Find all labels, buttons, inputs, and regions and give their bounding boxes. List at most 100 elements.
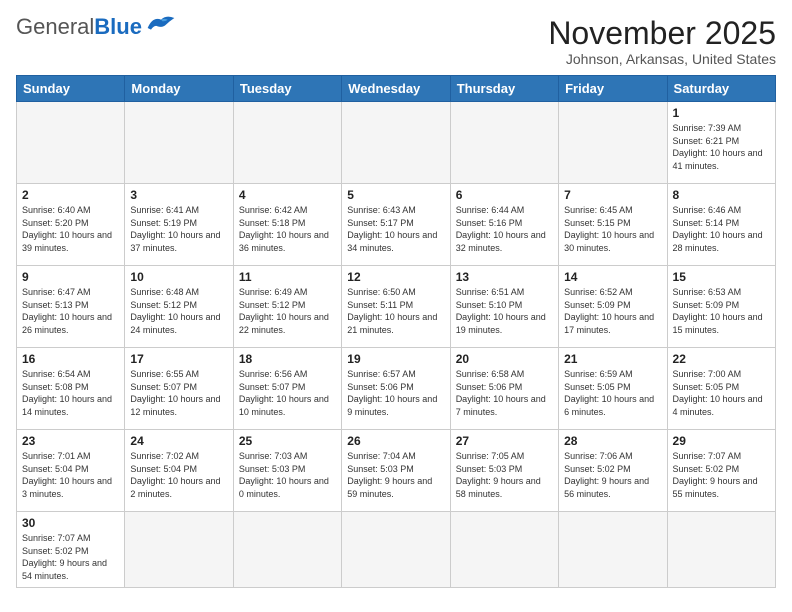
calendar-cell: 12 Sunrise: 6:50 AM Sunset: 5:11 PM Dayli… — [342, 266, 450, 348]
day-info: Sunrise: 6:55 AM Sunset: 5:07 PM Dayligh… — [130, 368, 227, 418]
day-info: Sunrise: 6:41 AM Sunset: 5:19 PM Dayligh… — [130, 204, 227, 254]
day-number: 29 — [673, 434, 770, 448]
calendar-cell: 24Sunrise: 7:02 AM Sunset: 5:04 PM Dayli… — [125, 430, 233, 512]
calendar-header-sunday: Sunday — [17, 76, 125, 102]
day-info: Sunrise: 6:45 AM Sunset: 5:15 PM Dayligh… — [564, 204, 661, 254]
day-info: Sunrise: 7:05 AM Sunset: 5:03 PM Dayligh… — [456, 450, 553, 500]
logo-general: General — [16, 14, 94, 39]
calendar-cell — [233, 102, 341, 184]
calendar-cell: 18Sunrise: 6:56 AM Sunset: 5:07 PM Dayli… — [233, 348, 341, 430]
day-number: 11 — [239, 270, 336, 284]
calendar-cell — [233, 512, 341, 587]
day-info: Sunrise: 6:51 AM Sunset: 5:10 PM Dayligh… — [456, 286, 553, 336]
calendar-cell: 3Sunrise: 6:41 AM Sunset: 5:19 PM Daylig… — [125, 184, 233, 266]
day-number: 7 — [564, 188, 661, 202]
day-number: 1 — [673, 106, 770, 120]
calendar-cell: 13Sunrise: 6:51 AM Sunset: 5:10 PM Dayli… — [450, 266, 558, 348]
calendar-cell: 16 Sunrise: 6:54 AM Sunset: 5:08 PM Dayli… — [17, 348, 125, 430]
calendar-cell: 17 Sunrise: 6:55 AM Sunset: 5:07 PM Dayli… — [125, 348, 233, 430]
day-number: 19 — [347, 352, 444, 366]
logo-blue: Blue — [94, 14, 142, 39]
day-number: 6 — [456, 188, 553, 202]
day-info: Sunrise: 6:40 AM Sunset: 5:20 PM Dayligh… — [22, 204, 119, 254]
calendar-cell — [667, 512, 775, 587]
calendar-cell: 8Sunrise: 6:46 AM Sunset: 5:14 PM Daylig… — [667, 184, 775, 266]
calendar-cell — [125, 102, 233, 184]
calendar-cell: 28Sunrise: 7:06 AM Sunset: 5:02 PM Dayli… — [559, 430, 667, 512]
day-info: Sunrise: 7:01 AM Sunset: 5:04 PM Dayligh… — [22, 450, 119, 500]
day-number: 20 — [456, 352, 553, 366]
day-info: Sunrise: 6:48 AM Sunset: 5:12 PM Dayligh… — [130, 286, 227, 336]
calendar-cell: 23 Sunrise: 7:01 AM Sunset: 5:04 PM Dayli… — [17, 430, 125, 512]
calendar-cell — [450, 102, 558, 184]
calendar-cell: 26Sunrise: 7:04 AM Sunset: 5:03 PM Dayli… — [342, 430, 450, 512]
day-number: 16 — [22, 352, 119, 366]
calendar-cell — [125, 512, 233, 587]
calendar-cell — [342, 102, 450, 184]
calendar-week-row: 16 Sunrise: 6:54 AM Sunset: 5:08 PM Dayli… — [17, 348, 776, 430]
day-info: Sunrise: 6:59 AM Sunset: 5:05 PM Dayligh… — [564, 368, 661, 418]
calendar-header-row: SundayMondayTuesdayWednesdayThursdayFrid… — [17, 76, 776, 102]
calendar-cell — [17, 102, 125, 184]
calendar-header-tuesday: Tuesday — [233, 76, 341, 102]
month-title: November 2025 — [548, 16, 776, 51]
calendar-cell: 15Sunrise: 6:53 AM Sunset: 5:09 PM Dayli… — [667, 266, 775, 348]
calendar-header-thursday: Thursday — [450, 76, 558, 102]
calendar-week-row: 2 Sunrise: 6:40 AM Sunset: 5:20 PM Daylig… — [17, 184, 776, 266]
calendar-cell: 10 Sunrise: 6:48 AM Sunset: 5:12 PM Dayli… — [125, 266, 233, 348]
day-number: 14 — [564, 270, 661, 284]
title-block: November 2025 Johnson, Arkansas, United … — [548, 16, 776, 67]
calendar-week-row: 30Sunrise: 7:07 AM Sunset: 5:02 PM Dayli… — [17, 512, 776, 587]
day-info: Sunrise: 7:07 AM Sunset: 5:02 PM Dayligh… — [22, 532, 119, 582]
day-info: Sunrise: 6:42 AM Sunset: 5:18 PM Dayligh… — [239, 204, 336, 254]
day-info: Sunrise: 7:07 AM Sunset: 5:02 PM Dayligh… — [673, 450, 770, 500]
day-number: 4 — [239, 188, 336, 202]
day-number: 12 — [347, 270, 444, 284]
calendar-cell — [559, 512, 667, 587]
calendar-week-row: 23 Sunrise: 7:01 AM Sunset: 5:04 PM Dayli… — [17, 430, 776, 512]
day-info: Sunrise: 7:39 AM Sunset: 6:21 PM Dayligh… — [673, 122, 770, 172]
day-number: 15 — [673, 270, 770, 284]
day-number: 27 — [456, 434, 553, 448]
calendar-week-row: 1 Sunrise: 7:39 AM Sunset: 6:21 PM Daylig… — [17, 102, 776, 184]
day-number: 17 — [130, 352, 227, 366]
logo: GeneralBlue — [16, 16, 176, 38]
day-info: Sunrise: 6:54 AM Sunset: 5:08 PM Dayligh… — [22, 368, 119, 418]
calendar-cell: 14 Sunrise: 6:52 AM Sunset: 5:09 PM Dayli… — [559, 266, 667, 348]
logo-text: GeneralBlue — [16, 16, 142, 38]
calendar-header-saturday: Saturday — [667, 76, 775, 102]
day-info: Sunrise: 6:52 AM Sunset: 5:09 PM Dayligh… — [564, 286, 661, 336]
calendar-cell: 7 Sunrise: 6:45 AM Sunset: 5:15 PM Daylig… — [559, 184, 667, 266]
page-header: GeneralBlue November 2025 Johnson, Arkan… — [16, 16, 776, 67]
day-info: Sunrise: 6:57 AM Sunset: 5:06 PM Dayligh… — [347, 368, 444, 418]
calendar-cell: 25Sunrise: 7:03 AM Sunset: 5:03 PM Dayli… — [233, 430, 341, 512]
calendar-header-friday: Friday — [559, 76, 667, 102]
day-info: Sunrise: 7:00 AM Sunset: 5:05 PM Dayligh… — [673, 368, 770, 418]
calendar-cell: 29 Sunrise: 7:07 AM Sunset: 5:02 PM Dayli… — [667, 430, 775, 512]
day-number: 9 — [22, 270, 119, 284]
day-info: Sunrise: 6:49 AM Sunset: 5:12 PM Dayligh… — [239, 286, 336, 336]
day-number: 23 — [22, 434, 119, 448]
calendar-week-row: 9 Sunrise: 6:47 AM Sunset: 5:13 PM Daylig… — [17, 266, 776, 348]
calendar-cell — [450, 512, 558, 587]
calendar-cell: 1 Sunrise: 7:39 AM Sunset: 6:21 PM Daylig… — [667, 102, 775, 184]
logo-bird-icon — [146, 13, 176, 33]
day-info: Sunrise: 6:46 AM Sunset: 5:14 PM Dayligh… — [673, 204, 770, 254]
calendar-cell: 5Sunrise: 6:43 AM Sunset: 5:17 PM Daylig… — [342, 184, 450, 266]
calendar-cell: 21Sunrise: 6:59 AM Sunset: 5:05 PM Dayli… — [559, 348, 667, 430]
calendar-cell: 30Sunrise: 7:07 AM Sunset: 5:02 PM Dayli… — [17, 512, 125, 587]
day-number: 10 — [130, 270, 227, 284]
calendar-cell: 19 Sunrise: 6:57 AM Sunset: 5:06 PM Dayli… — [342, 348, 450, 430]
calendar-cell — [559, 102, 667, 184]
calendar-cell: 22Sunrise: 7:00 AM Sunset: 5:05 PM Dayli… — [667, 348, 775, 430]
day-info: Sunrise: 6:50 AM Sunset: 5:11 PM Dayligh… — [347, 286, 444, 336]
calendar-cell: 11 Sunrise: 6:49 AM Sunset: 5:12 PM Dayli… — [233, 266, 341, 348]
day-number: 2 — [22, 188, 119, 202]
day-info: Sunrise: 7:02 AM Sunset: 5:04 PM Dayligh… — [130, 450, 227, 500]
calendar-table: SundayMondayTuesdayWednesdayThursdayFrid… — [16, 75, 776, 587]
day-info: Sunrise: 6:47 AM Sunset: 5:13 PM Dayligh… — [22, 286, 119, 336]
day-info: Sunrise: 6:43 AM Sunset: 5:17 PM Dayligh… — [347, 204, 444, 254]
calendar-cell: 20Sunrise: 6:58 AM Sunset: 5:06 PM Dayli… — [450, 348, 558, 430]
day-number: 26 — [347, 434, 444, 448]
day-info: Sunrise: 7:03 AM Sunset: 5:03 PM Dayligh… — [239, 450, 336, 500]
